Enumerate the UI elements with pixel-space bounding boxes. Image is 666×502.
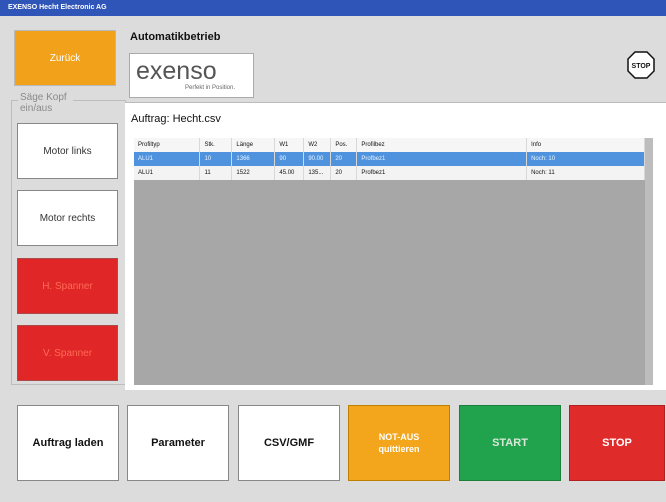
stop-sign-icon[interactable]: STOP <box>627 51 655 79</box>
svg-text:STOP: STOP <box>632 63 651 70</box>
parameter-button[interactable]: Parameter <box>127 405 229 481</box>
start-button[interactable]: START <box>459 405 561 481</box>
column-header[interactable]: W2 <box>303 138 332 152</box>
table-cell: Noch: 10 <box>526 152 645 166</box>
column-header[interactable]: Stk. <box>199 138 233 152</box>
back-button[interactable]: Zurück <box>14 30 116 86</box>
motor-right-button[interactable]: Motor rechts <box>17 190 118 246</box>
column-header[interactable]: Profiltyp <box>134 138 201 152</box>
table-cell: 1522 <box>231 166 276 180</box>
column-header[interactable]: W1 <box>274 138 305 152</box>
table-header-row: Profiltyp Stk. Länge W1 W2 Pos. Profilbe… <box>134 138 645 152</box>
vertical-scrollbar[interactable] <box>645 138 653 385</box>
emergency-stop-label: NOT-AUS <box>378 432 420 442</box>
logo-tagline: Perfekt in Position. <box>185 85 236 91</box>
column-header[interactable]: Info <box>526 138 645 152</box>
table-cell: 135... <box>303 166 332 180</box>
table-cell: 90.00 <box>303 152 332 166</box>
table-cell: Noch: 11 <box>526 166 645 180</box>
table-cell: 20 <box>330 152 358 166</box>
table-cell: 1366 <box>231 152 276 166</box>
stop-button[interactable]: STOP <box>569 405 665 481</box>
saw-head-group-label: Säge Kopf ein/aus <box>18 92 73 114</box>
table-cell: Profbez1 <box>356 152 528 166</box>
table-cell: ALU1 <box>134 152 201 166</box>
mode-title: Automatikbetrieb <box>130 31 221 43</box>
job-panel: Auftrag: Hecht.csv Profiltyp Stk. Länge … <box>125 102 666 390</box>
table-cell: Profbez1 <box>356 166 528 180</box>
v-clamp-button[interactable]: V. Spanner <box>17 325 118 381</box>
job-title: Auftrag: Hecht.csv <box>131 113 221 125</box>
csv-gmf-button[interactable]: CSV/GMF <box>238 405 340 481</box>
column-header[interactable]: Pos. <box>330 138 358 152</box>
job-table: Profiltyp Stk. Länge W1 W2 Pos. Profilbe… <box>134 138 645 180</box>
table-cell: 11 <box>199 166 233 180</box>
exenso-logo: exenso Perfekt in Position. <box>129 53 254 98</box>
column-header[interactable]: Länge <box>231 138 276 152</box>
application-window: EXENSO Hecht Electronic AG Zurück Säge K… <box>0 0 666 502</box>
table-cell: 45.00 <box>274 166 305 180</box>
emergency-stop-sublabel: quittieren <box>378 444 420 454</box>
table-cell: ALU1 <box>134 166 201 180</box>
load-job-button[interactable]: Auftrag laden <box>17 405 119 481</box>
emergency-stop-ack-button[interactable]: NOT-AUS quittieren <box>348 405 450 481</box>
table-row[interactable]: ALU1 11 1522 45.00 135... 20 Profbez1 No… <box>134 166 645 180</box>
table-cell: 10 <box>199 152 233 166</box>
table-row[interactable]: ALU1 10 1366 90 90.00 20 Profbez1 Noch: … <box>134 152 645 166</box>
motor-left-button[interactable]: Motor links <box>17 123 118 179</box>
table-cell: 20 <box>330 166 358 180</box>
job-table-area: Profiltyp Stk. Länge W1 W2 Pos. Profilbe… <box>134 138 653 385</box>
logo-wordmark: exenso <box>136 57 217 85</box>
table-cell: 90 <box>274 152 305 166</box>
column-header[interactable]: Profilbez <box>356 138 528 152</box>
h-clamp-button[interactable]: H. Spanner <box>17 258 118 314</box>
window-title: EXENSO Hecht Electronic AG <box>0 0 666 16</box>
